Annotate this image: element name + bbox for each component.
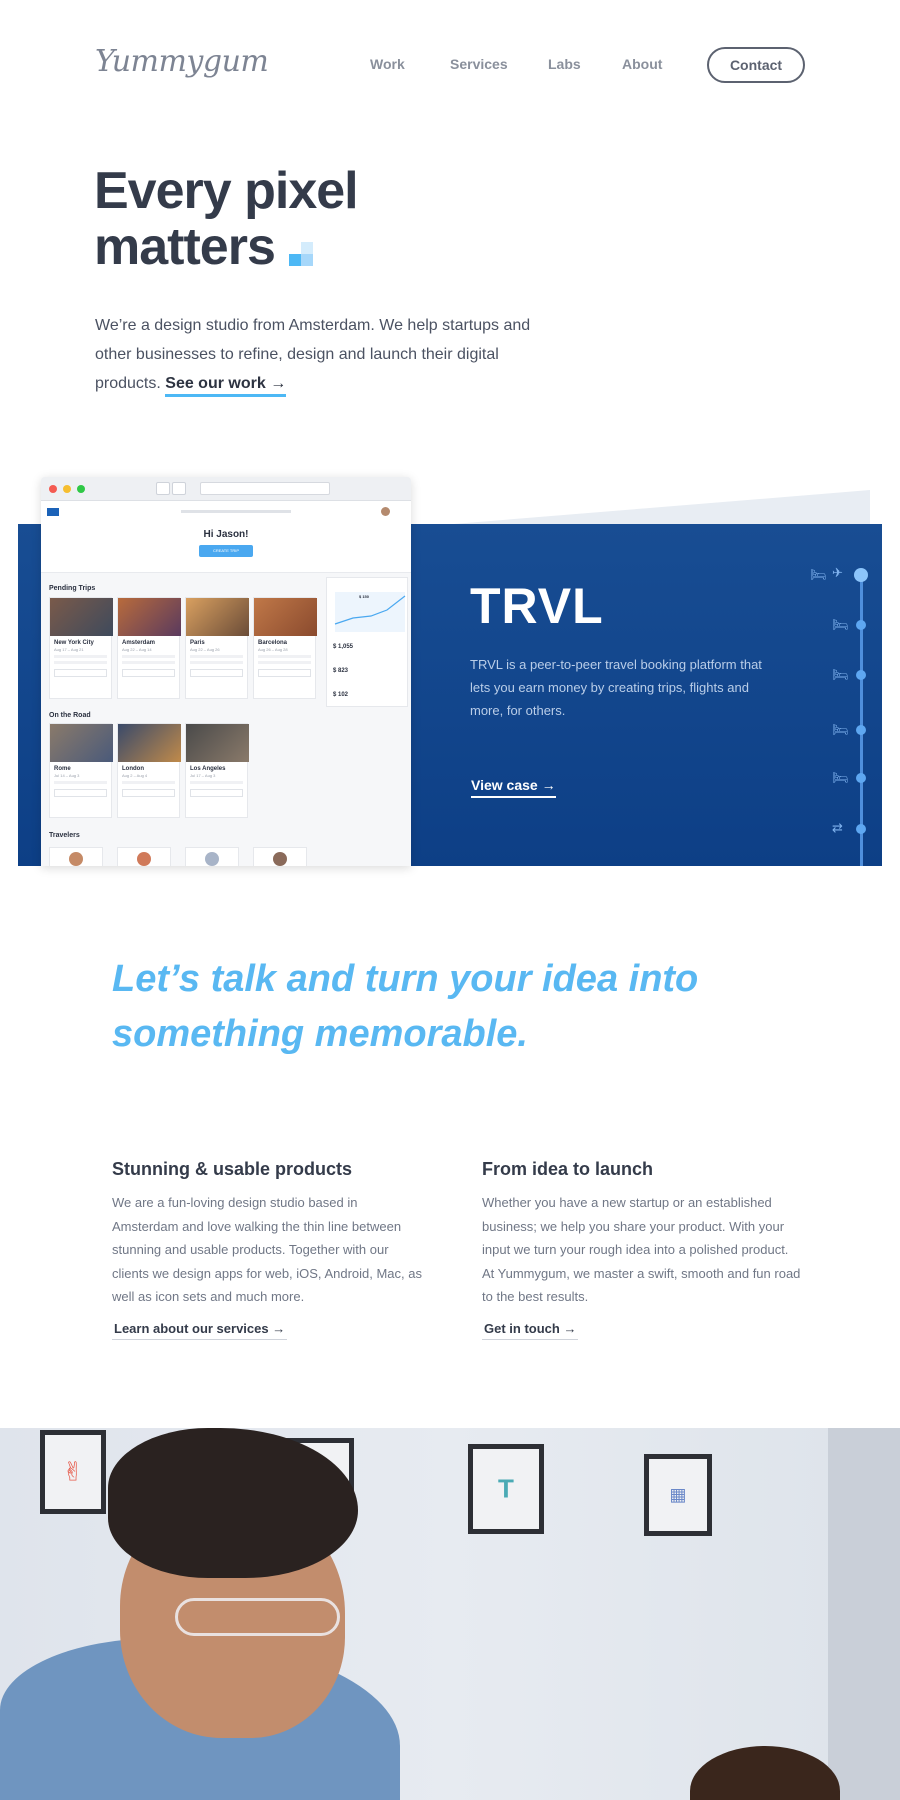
mock-road-card: London Aug 2 – Aug 4 xyxy=(117,723,181,818)
mock-avatar-icon xyxy=(381,507,390,516)
mock-stat-completed: $ 823 xyxy=(333,668,349,674)
mock-trip-card: New York City Aug 17 – Aug 21 xyxy=(49,597,113,699)
site-header: Yummygum Work Services Labs About Contac… xyxy=(0,0,900,130)
talk-headline: Let’s talk and turn your idea into somet… xyxy=(112,952,792,1062)
launch-text: Whether you have a new startup or an est… xyxy=(482,1195,801,1304)
transfer-icon: ⇄ xyxy=(832,820,843,835)
minimize-dot-icon xyxy=(63,485,71,493)
mock-traveler xyxy=(49,847,103,866)
launch-heading: From idea to launch xyxy=(482,1159,654,1179)
mock-trip-card: Amsterdam Aug 22 – Aug 14 xyxy=(117,597,181,699)
mock-travelers-heading: Travelers xyxy=(49,832,80,839)
wall-frame: T xyxy=(468,1444,544,1534)
talk-line1: Let’s talk and turn your idea into xyxy=(112,958,699,1000)
hero-title-line1: Every pixel xyxy=(94,162,359,220)
learn-services-link[interactable]: Learn about our services → xyxy=(112,1321,288,1340)
mock-earnings-panel: $ 150 $ 1,055 $ 823 $ 102 xyxy=(326,577,408,707)
maximize-dot-icon xyxy=(77,485,85,493)
view-case-link[interactable]: View case → xyxy=(471,777,556,798)
hero-title-line2: matters xyxy=(94,218,276,276)
mock-chart-tooltip: $ 150 xyxy=(359,594,370,599)
mock-traveler xyxy=(253,847,307,866)
timeline-node xyxy=(856,725,866,735)
mock-pending-heading: Pending Trips xyxy=(49,585,96,592)
products-heading: Stunning & usable products xyxy=(112,1159,353,1179)
contact-button[interactable]: Contact xyxy=(707,47,805,83)
close-dot-icon xyxy=(49,485,57,493)
mock-stat-paid: $ 102 xyxy=(333,692,349,698)
mock-earnings-chart xyxy=(334,592,406,632)
bed-icon: 🛏 xyxy=(832,667,849,682)
mock-nav-links xyxy=(181,510,291,513)
bed-icon: 🛏 xyxy=(832,617,849,632)
trvl-app-mockup: Hi Jason! CREATE TRIP Pending Trips New … xyxy=(41,477,411,866)
yummygum-logo[interactable]: Yummygum xyxy=(95,44,269,79)
mock-traveler xyxy=(185,847,239,866)
wall-edge xyxy=(828,1428,900,1800)
mock-traveler xyxy=(117,847,171,866)
timeline-node xyxy=(856,670,866,680)
hero-intro: We’re a design studio from Amsterdam. We… xyxy=(95,311,535,398)
mock-create-trip-button: CREATE TRIP xyxy=(199,545,253,557)
mock-trip-card: Barcelona Aug 26 – Aug 28 xyxy=(253,597,317,699)
bed-icon: 🛏 xyxy=(810,567,827,582)
trvl-mini-logo xyxy=(47,508,59,516)
mock-stat-pending: $ 1,055 xyxy=(333,644,354,650)
plane-icon: ✈ xyxy=(832,565,843,580)
pixel-icon xyxy=(288,242,313,266)
see-our-work-link[interactable]: See our work → xyxy=(165,375,287,397)
products-text: We are a fun-loving design studio based … xyxy=(112,1195,422,1304)
mock-greeting-area: Hi Jason! CREATE TRIP xyxy=(41,523,411,573)
hero-intro-text: We’re a design studio from Amsterdam. We… xyxy=(95,317,531,392)
timeline-node xyxy=(856,824,866,834)
timeline-node xyxy=(856,620,866,630)
mock-road-card: Los Angeles Jul 17 – Aug 3 xyxy=(185,723,249,818)
timeline-node xyxy=(854,568,868,582)
case-description: TRVL is a peer-to-peer travel booking pl… xyxy=(470,657,762,718)
second-person-hair xyxy=(690,1746,840,1800)
glasses xyxy=(175,1598,340,1636)
mock-road-heading: On the Road xyxy=(49,712,91,719)
wall-frame: ✌ xyxy=(40,1430,106,1514)
nav-link-work[interactable]: Work xyxy=(370,56,405,72)
hero-title: Every pixel matters xyxy=(94,162,359,276)
browser-titlebar xyxy=(41,477,411,501)
bed-icon: 🛏 xyxy=(832,722,849,737)
nav-link-services[interactable]: Services xyxy=(450,56,508,72)
talk-line2: something memorable. xyxy=(112,1013,528,1055)
case-title: TRVL xyxy=(470,578,604,634)
forward-arrow-icon xyxy=(172,482,186,495)
bed-icon: 🛏 xyxy=(832,770,849,785)
wall-frame: ▦ xyxy=(644,1454,712,1536)
mock-greeting: Hi Jason! xyxy=(203,529,249,540)
back-arrow-icon xyxy=(156,482,170,495)
get-in-touch-link[interactable]: Get in touch → xyxy=(482,1321,579,1340)
nav-link-about[interactable]: About xyxy=(622,56,662,72)
timeline-node xyxy=(856,773,866,783)
address-bar xyxy=(200,482,330,495)
team-photo: ✌ T ▦ xyxy=(0,1428,900,1800)
timeline-track xyxy=(860,575,863,866)
nav-link-labs[interactable]: Labs xyxy=(548,56,581,72)
mock-trip-card: Paris Aug 22 – Aug 26 xyxy=(185,597,249,699)
mock-app-nav xyxy=(41,501,411,523)
mock-road-card: Rome Jul 14 – Aug 3 xyxy=(49,723,113,818)
